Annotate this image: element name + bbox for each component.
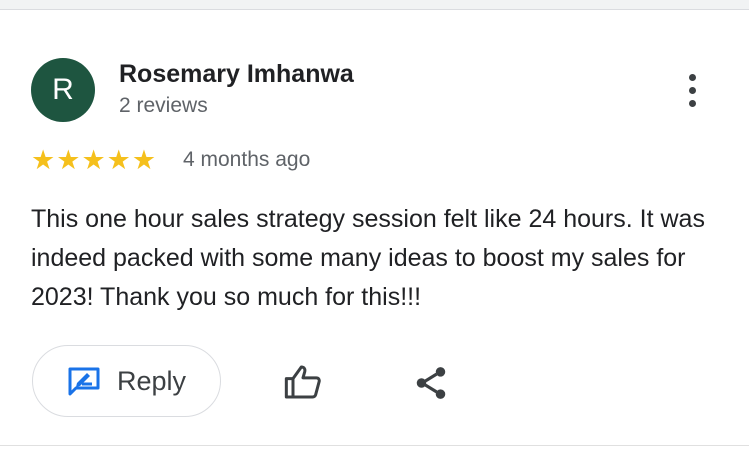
share-icon[interactable]: [412, 364, 450, 402]
review-timestamp: 4 months ago: [183, 148, 311, 171]
review-count: 2 reviews: [119, 94, 208, 117]
star-icon: ★: [56, 145, 81, 175]
reply-label: Reply: [116, 365, 187, 396]
avatar-initial: R: [52, 73, 74, 106]
reply-edit-icon: [68, 367, 100, 396]
star-icon: ★: [31, 145, 56, 175]
more-vert-icon-dot: [688, 73, 696, 81]
more-vert-icon-dot: [688, 99, 696, 107]
bottom-divider: [0, 445, 749, 446]
more-vert-icon-dot: [688, 86, 696, 94]
avatar[interactable]: R: [31, 58, 95, 122]
star-icon: ★: [106, 145, 131, 175]
star-icon: ★: [131, 145, 157, 175]
reply-button[interactable]: Reply: [32, 345, 221, 417]
star-icon: ★: [81, 145, 106, 175]
review-text: This one hour sales strategy session fel…: [31, 205, 705, 311]
thumb-up-icon[interactable]: [283, 362, 323, 402]
more-options-button[interactable]: [672, 66, 712, 114]
star-rating: ★ ★ ★ ★ ★: [31, 145, 156, 175]
top-divider: [0, 0, 749, 10]
reviewer-name[interactable]: Rosemary Imhanwa: [119, 60, 354, 89]
